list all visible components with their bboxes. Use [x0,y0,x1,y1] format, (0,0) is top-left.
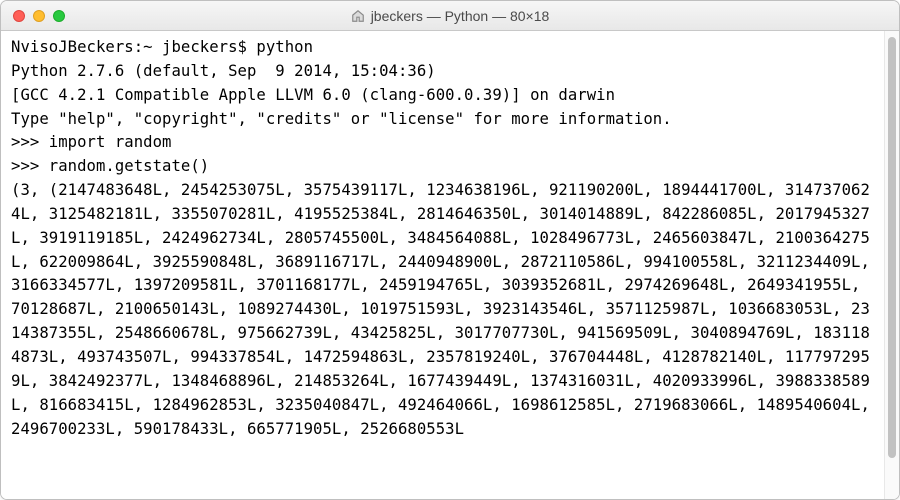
window-title: jbeckers — Python — 80×18 [371,8,550,24]
scrollbar-track[interactable] [884,31,899,499]
scrollbar-thumb[interactable] [888,37,896,458]
zoom-button[interactable] [53,10,65,22]
close-button[interactable] [13,10,25,22]
home-icon [351,9,365,23]
minimize-button[interactable] [33,10,45,22]
terminal-content[interactable]: NvisoJBeckers:~ jbeckers$ python Python … [1,31,884,499]
titlebar[interactable]: jbeckers — Python — 80×18 [1,1,899,31]
traffic-lights [1,10,65,22]
terminal-body: NvisoJBeckers:~ jbeckers$ python Python … [1,31,899,499]
terminal-window: jbeckers — Python — 80×18 NvisoJBeckers:… [0,0,900,500]
window-title-wrap: jbeckers — Python — 80×18 [1,8,899,24]
